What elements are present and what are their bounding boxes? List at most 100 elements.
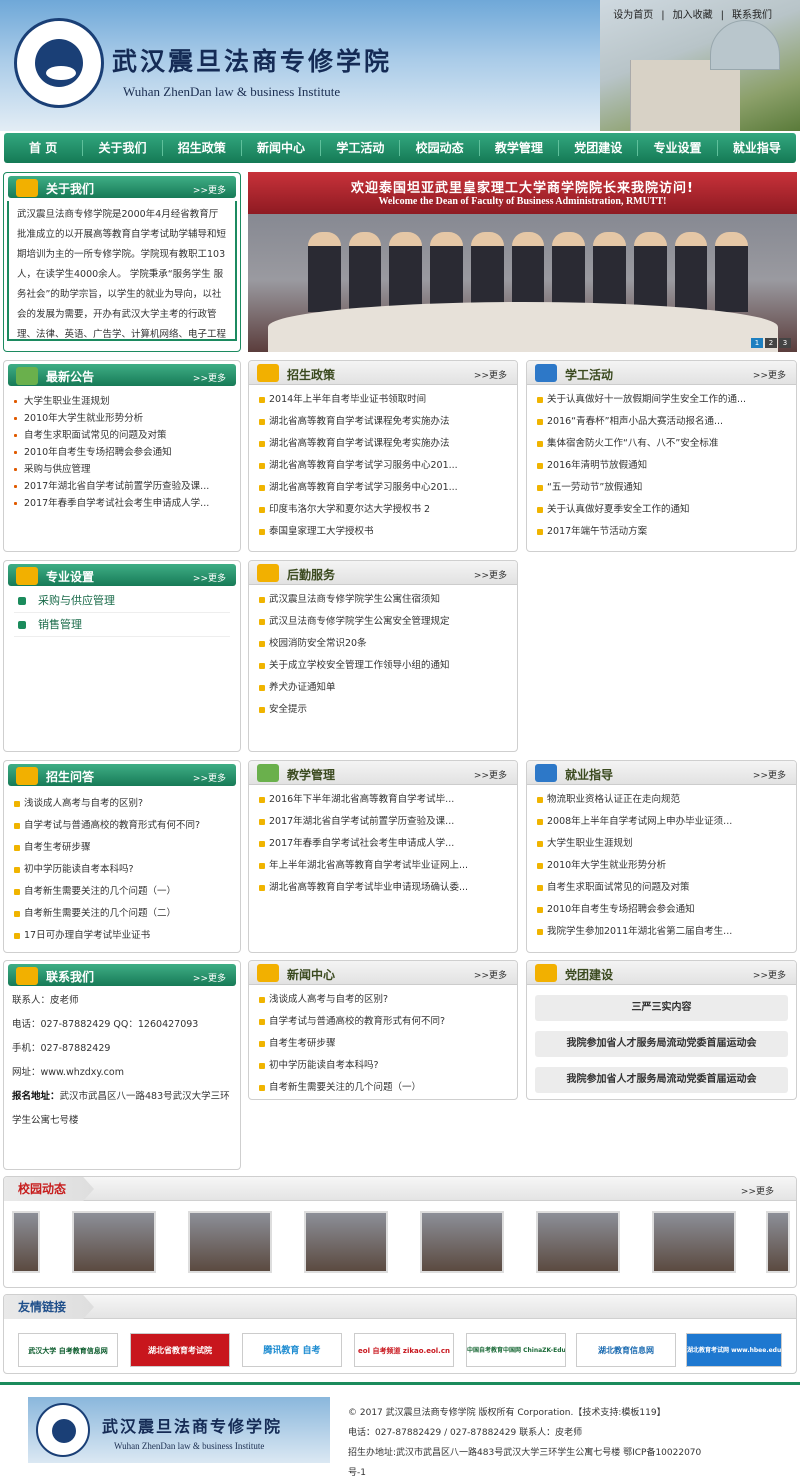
list-item[interactable]: 2010年自考生专场招聘会参会通知	[535, 899, 788, 921]
slide-page-1[interactable]: 1	[751, 338, 763, 348]
employment-more-link[interactable]: >>更多	[753, 768, 786, 781]
list-item[interactable]: 自考生考研步骤	[257, 1033, 509, 1055]
major-item[interactable]: 销售管理	[14, 613, 230, 637]
nav-admission-policy[interactable]: 招生政策	[163, 140, 242, 156]
list-item[interactable]: 自考生考研步骤	[12, 837, 232, 859]
set-homepage-link[interactable]: 设为首页	[613, 10, 653, 21]
link-logo-hbe[interactable]: 湖北教育信息网	[576, 1333, 676, 1367]
list-item[interactable]: 我院学生参加2011年湖北省第二届自考生...	[535, 921, 788, 943]
student-work-more-link[interactable]: >>更多	[753, 368, 786, 381]
party-item[interactable]: 我院参加省人才服务局流动党委首届运动会	[535, 1031, 788, 1057]
list-item[interactable]: 2010年大学生就业形势分析	[535, 855, 788, 877]
list-item[interactable]: 2010年自考生专场招聘会参会通知	[12, 444, 232, 461]
list-item[interactable]: 2016年清明节放假通知	[535, 455, 788, 477]
campus-photo[interactable]	[72, 1211, 156, 1273]
nav-campus[interactable]: 校园动态	[400, 140, 480, 156]
majors-more-link[interactable]: >>更多	[193, 571, 226, 584]
list-item[interactable]: 采购与供应管理	[12, 461, 232, 478]
campus-more-link[interactable]: >>更多	[741, 1184, 774, 1197]
list-item[interactable]: 关于认真做好夏季安全工作的通知	[535, 499, 788, 521]
list-item[interactable]: 自学考试与普通高校的教育形式有何不同?	[12, 815, 232, 837]
about-more-link[interactable]: >>更多	[193, 183, 226, 196]
list-item[interactable]: 2016“青春杯”相声小品大赛活动报名通...	[535, 411, 788, 433]
notice-more-link[interactable]: >>更多	[193, 371, 226, 384]
list-item[interactable]: 自学考试与普通高校的教育形式有何不同?	[257, 1011, 509, 1033]
list-item[interactable]: 2016年下半年湖北省高等教育自学考试毕...	[257, 789, 509, 811]
list-item[interactable]: 湖北省高等教育自学考试学习服务中心201...	[257, 455, 509, 477]
party-item[interactable]: 我院参加省人才服务局流动党委首届运动会	[535, 1067, 788, 1093]
list-item[interactable]: 2010年大学生就业形势分析	[12, 410, 232, 427]
list-item[interactable]: 17日可办理自学考试毕业证书	[12, 925, 232, 947]
list-item[interactable]: 武汉旦法商专修学院学生公寓安全管理规定	[257, 611, 509, 633]
list-item[interactable]: 物流职业资格认证正在走向规范	[535, 789, 788, 811]
campus-photo[interactable]	[420, 1211, 504, 1273]
list-item[interactable]: 自考生求职面试常见的问题及对策	[12, 427, 232, 444]
list-item[interactable]: 自考新生需要关注的几个问题（一）	[257, 1077, 509, 1099]
link-logo-tencent[interactable]: 腾讯教育 自考	[242, 1333, 342, 1367]
list-item[interactable]: 2014年上半年自考毕业证书领取时间	[257, 389, 509, 411]
contact-website[interactable]: 网址：www.whzdxy.com	[4, 1061, 240, 1085]
list-item[interactable]: 大学生职业生涯规划	[535, 833, 788, 855]
nav-news[interactable]: 新闻中心	[242, 140, 322, 156]
list-item[interactable]: 集体宿舍防火工作“八有、八不”安全标准	[535, 433, 788, 455]
list-item[interactable]: 泰国皇家理工大学授权书	[257, 521, 509, 543]
list-item[interactable]: 武汉震旦法商专修学院学生公寓住宿须知	[257, 589, 509, 611]
policy-more-link[interactable]: >>更多	[474, 368, 507, 381]
list-item[interactable]: 校园消防安全常识20条	[257, 633, 509, 655]
campus-photo[interactable]	[652, 1211, 736, 1273]
slide-page-2[interactable]: 2	[765, 338, 777, 348]
list-item[interactable]: 2017年端午节活动方案	[535, 521, 788, 543]
link-logo-hbee[interactable]: 湖北教育考试网 www.hbee.edu.cn	[686, 1333, 782, 1367]
party-item[interactable]: 三严三实内容	[535, 995, 788, 1021]
list-item[interactable]: 自考新生需要关注的几个问题（二）	[12, 903, 232, 925]
campus-photo[interactable]	[304, 1211, 388, 1273]
list-item[interactable]: 关于成立学校安全管理工作领导小组的通知	[257, 655, 509, 677]
nav-home[interactable]: 首 页	[4, 140, 84, 156]
add-favorite-link[interactable]: 加入收藏	[673, 10, 713, 21]
list-item[interactable]: 年上半年湖北省高等教育自学考试毕业证网上...	[257, 855, 509, 877]
campus-photo[interactable]	[188, 1211, 272, 1273]
list-item[interactable]: 安全提示	[257, 699, 509, 721]
list-item[interactable]: 2017年春季自学考试社会考生申请成人学...	[12, 495, 232, 512]
list-item[interactable]: 2017年湖北省自学考试前置学历查验及课...	[257, 811, 509, 833]
list-item[interactable]: 2017年湖北省自学考试前置学历查验及课...	[12, 478, 232, 495]
list-item[interactable]: 自考生求职面试常见的问题及对策	[535, 877, 788, 899]
nav-teaching[interactable]: 教学管理	[480, 140, 560, 156]
list-item[interactable]: 湖北省高等教育自学考试课程免考实施办法	[257, 411, 509, 433]
list-item[interactable]: 湖北省高等教育自学考试毕业申请现场确认委...	[257, 877, 509, 899]
list-item[interactable]: “五一劳动节”放假通知	[535, 477, 788, 499]
slide-page-3[interactable]: 3	[779, 338, 791, 348]
teaching-more-link[interactable]: >>更多	[474, 768, 507, 781]
list-item[interactable]: 湖北省高等教育自学考试课程免考实施办法	[257, 433, 509, 455]
list-item[interactable]: 关于认真做好十一放假期间学生安全工作的通...	[535, 389, 788, 411]
list-item[interactable]: 2017年春季自学考试社会考生申请成人学...	[257, 833, 509, 855]
nav-majors[interactable]: 专业设置	[638, 140, 718, 156]
list-item[interactable]: 印度韦洛尔大学和夏尔达大学授权书 2	[257, 499, 509, 521]
photo-slideshow[interactable]: 欢迎泰国坦亚武里皇家理工大学商学院院长来我院访问! Welcome the De…	[248, 172, 797, 352]
campus-photo[interactable]	[12, 1211, 40, 1273]
contact-more-link[interactable]: >>更多	[193, 971, 226, 984]
faq-more-link[interactable]: >>更多	[193, 771, 226, 784]
link-logo-whu[interactable]: 武汉大学 自考教育信息网	[18, 1333, 118, 1367]
list-item[interactable]: 初中学历能读自考本科吗?	[257, 1055, 509, 1077]
campus-photo[interactable]	[536, 1211, 620, 1273]
nav-party[interactable]: 党团建设	[559, 140, 639, 156]
link-logo-hbea[interactable]: 湖北省教育考试院	[130, 1333, 230, 1367]
list-item[interactable]: 初中学历能读自考本科吗?	[12, 859, 232, 881]
list-item[interactable]: 湖北省高等教育自学考试学习服务中心201...	[257, 477, 509, 499]
school-seal-logo[interactable]	[14, 18, 104, 108]
contact-us-link[interactable]: 联系我们	[732, 10, 772, 21]
nav-about[interactable]: 关于我们	[83, 140, 163, 156]
list-item[interactable]: 浅谈成人高考与自考的区别?	[257, 989, 509, 1011]
logistics-more-link[interactable]: >>更多	[474, 568, 507, 581]
list-item[interactable]: 2008年上半年自学考试网上申办毕业证须...	[535, 811, 788, 833]
list-item[interactable]: 养犬办证通知单	[257, 677, 509, 699]
campus-photo[interactable]	[766, 1211, 790, 1273]
nav-employment[interactable]: 就业指导	[718, 140, 796, 156]
list-item[interactable]: 浅谈成人高考与自考的区别?	[12, 793, 232, 815]
major-item[interactable]: 采购与供应管理	[14, 589, 230, 613]
news-more-link[interactable]: >>更多	[474, 968, 507, 981]
link-logo-eol[interactable]: eol 自考频道 zikao.eol.cn	[354, 1333, 454, 1367]
nav-student-work[interactable]: 学工活动	[321, 140, 401, 156]
party-more-link[interactable]: >>更多	[753, 968, 786, 981]
